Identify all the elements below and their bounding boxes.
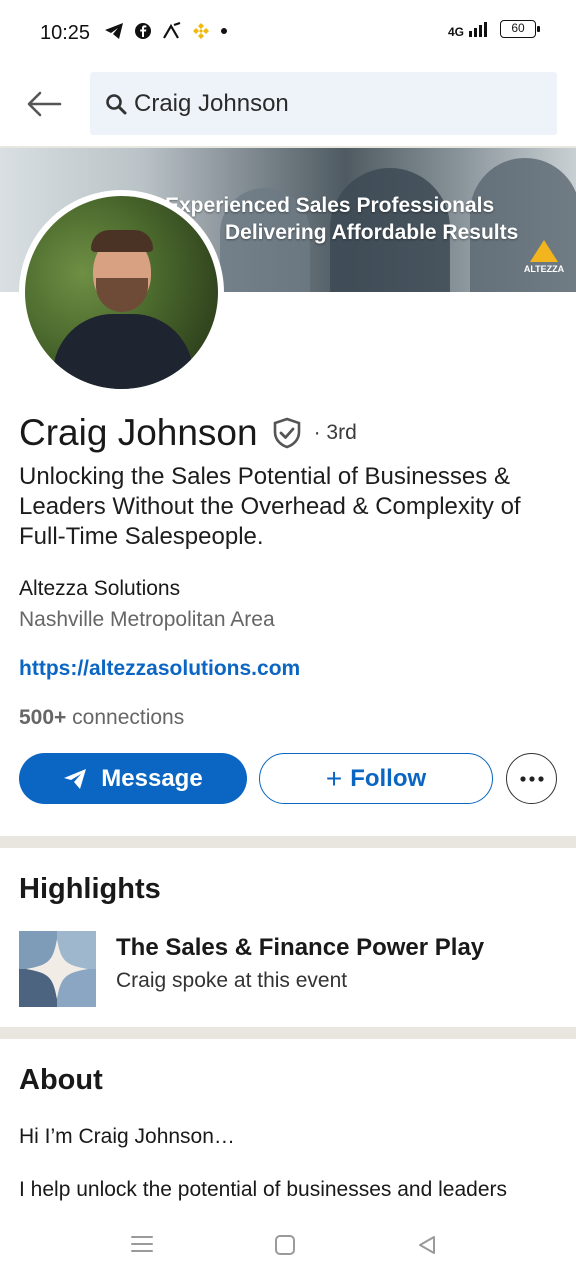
battery-level: 60	[511, 21, 525, 35]
banner-title: Experienced Sales Professionals Deliveri…	[165, 192, 565, 246]
message-label: Message	[101, 764, 203, 792]
banner-logo: ALTEZZA	[518, 240, 570, 274]
profile-headline: Unlocking the Sales Potential of Busines…	[19, 463, 521, 550]
send-icon	[64, 768, 87, 789]
banner-logo-text: ALTEZZA	[523, 264, 565, 274]
connections-number: 500+	[19, 706, 67, 729]
battery-icon: 60	[500, 20, 540, 38]
follow-label: Follow	[350, 764, 427, 792]
about-text-line: Hi I’m Craig Johnson…	[19, 1125, 235, 1148]
profile-avatar[interactable]	[19, 190, 224, 395]
connections-label: connections	[72, 706, 185, 729]
search-input[interactable]: Craig Johnson	[90, 72, 557, 135]
telegram-icon	[105, 23, 123, 39]
plus-icon: +	[325, 762, 343, 794]
follow-button[interactable]: + Follow	[259, 753, 493, 804]
profile-company[interactable]: Altezza Solutions	[19, 577, 180, 601]
status-bar: 10:25 4G 60	[0, 0, 576, 66]
highlight-title[interactable]: The Sales & Finance Power Play	[116, 934, 484, 962]
recent-apps-icon[interactable]	[130, 1234, 154, 1254]
profile-location: Nashville Metropolitan Area	[19, 608, 275, 631]
banner-line1: Experienced Sales Professionals	[165, 194, 495, 217]
network-type: 4G	[447, 25, 464, 39]
system-nav-bar	[0, 1212, 576, 1280]
search-icon	[106, 93, 127, 114]
binance-icon	[193, 23, 209, 39]
signal-icon: 4G	[447, 21, 490, 39]
about-title: About	[19, 1064, 103, 1096]
home-icon[interactable]	[274, 1234, 296, 1256]
back-triangle-icon[interactable]	[416, 1234, 438, 1256]
search-query: Craig Johnson	[134, 89, 289, 117]
search-row: Craig Johnson	[0, 66, 576, 146]
highlight-subtitle: Craig spoke at this event	[116, 969, 348, 992]
verified-shield-icon[interactable]	[270, 416, 304, 450]
section-divider	[0, 836, 576, 848]
status-right: 4G 60	[447, 20, 540, 39]
connection-degree: · 3rd	[313, 421, 357, 444]
back-button[interactable]	[24, 86, 64, 122]
message-button[interactable]: Message	[19, 753, 247, 804]
status-time: 10:25	[40, 22, 91, 44]
antenna-icon	[163, 22, 181, 39]
profile-website-link[interactable]: https://altezzasolutions.com	[19, 657, 300, 681]
highlights-title: Highlights	[19, 873, 161, 905]
avatar-photo	[25, 196, 218, 389]
name-row: Craig Johnson · 3rd	[19, 412, 357, 454]
profile-name: Craig Johnson	[19, 412, 258, 453]
more-options-button[interactable]	[506, 753, 557, 804]
more-horizontal-icon	[519, 775, 544, 782]
arrow-left-icon	[27, 91, 62, 117]
highlight-thumbnail[interactable]	[19, 931, 96, 1007]
section-divider	[0, 1027, 576, 1039]
facebook-icon	[135, 23, 151, 39]
notification-icons	[104, 22, 228, 40]
dot-icon	[221, 28, 227, 34]
banner-line2: Delivering Affordable Results	[225, 221, 519, 244]
connections-count[interactable]: 500+ connections	[19, 706, 184, 730]
